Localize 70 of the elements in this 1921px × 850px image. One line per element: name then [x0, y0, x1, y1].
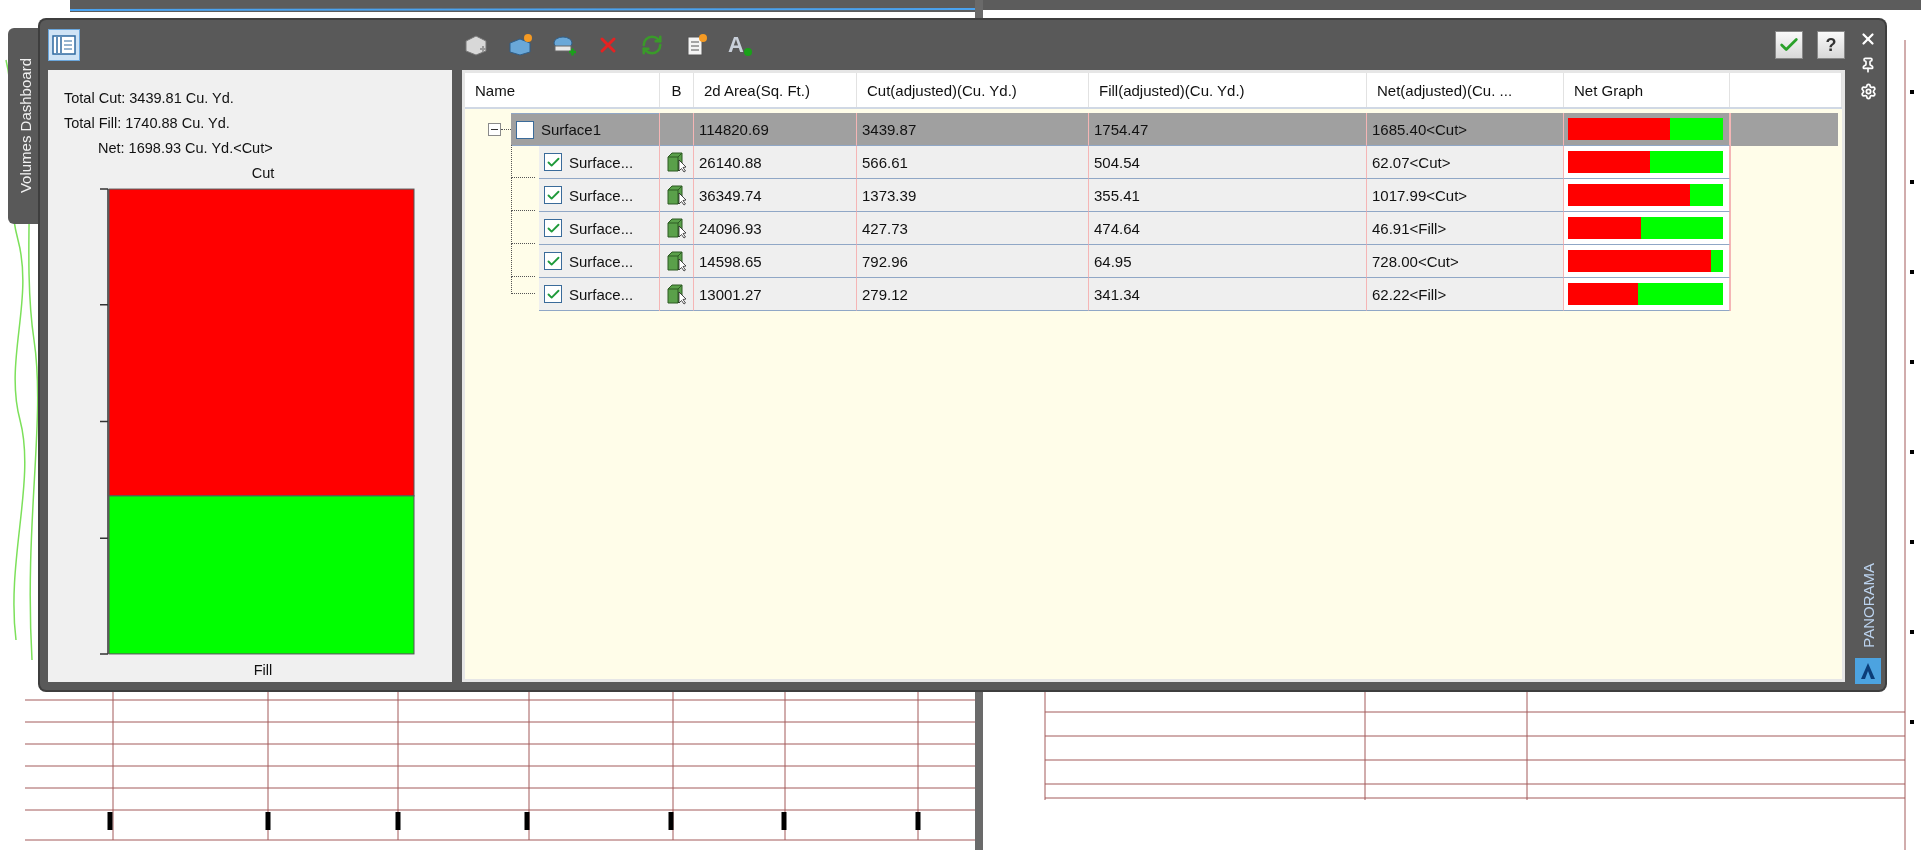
checkbox[interactable] [544, 285, 562, 303]
checkbox[interactable] [544, 186, 562, 204]
name-cell[interactable]: Surface... [539, 146, 659, 179]
app-logo-icon[interactable] [1855, 658, 1881, 684]
table-cell: 24096.93 [694, 212, 857, 245]
column-header[interactable]: Name [465, 73, 660, 107]
summary-text: Total Fill: 1740.88 Cu. Yd. [64, 115, 231, 131]
table-cell: 427.73 [857, 212, 1089, 245]
cube-cursor-icon[interactable] [665, 217, 688, 239]
name-cell[interactable]: Surface1 [511, 113, 659, 146]
table-cell: 64.95 [1089, 245, 1367, 278]
name-cell[interactable]: Surface... [539, 278, 659, 311]
collapse-toggle[interactable] [488, 123, 501, 136]
tree-line [511, 211, 535, 244]
table-cell: 474.64 [1089, 212, 1367, 245]
table-cell: 355.41 [1089, 179, 1367, 212]
cube-cursor-icon[interactable] [665, 283, 688, 305]
tree-line [511, 145, 535, 178]
table-cell: 1754.47 [1089, 113, 1367, 146]
table-cell: 1017.99<Cut> [1367, 179, 1564, 212]
table-cell: 14598.65 [694, 245, 857, 278]
table-cell: 1373.39 [857, 179, 1089, 212]
column-header[interactable]: Net Graph [1564, 73, 1730, 107]
column-header[interactable]: Net(adjusted)(Cu. ... [1367, 73, 1564, 107]
apply-button[interactable] [1775, 31, 1803, 59]
checkbox[interactable] [516, 120, 534, 139]
surface-name: Surface... [569, 153, 634, 171]
table-cell: 341.34 [1089, 278, 1367, 311]
column-header[interactable]: B [660, 73, 694, 107]
table-cell: 62.07<Cut> [1367, 146, 1564, 179]
table-cell: 728.00<Cut> [1367, 245, 1564, 278]
surface-name: Surface... [569, 186, 634, 204]
table-cell: 62.22<Fill> [1367, 278, 1564, 311]
column-header[interactable]: 2d Area(Sq. Ft.) [694, 73, 857, 107]
table-cell: 566.61 [857, 146, 1089, 179]
panel-toggle-button[interactable] [48, 29, 80, 61]
cube-cursor-icon[interactable] [665, 250, 688, 272]
table-cell: 114820.69 [694, 113, 857, 146]
surface-name: Surface... [569, 252, 634, 270]
label-tool[interactable]: A [724, 30, 756, 60]
table-cell: 1685.40<Cut> [1367, 113, 1564, 146]
tree-line [511, 178, 535, 211]
table-cell: 792.96 [857, 245, 1089, 278]
table-cell: 279.12 [857, 278, 1089, 311]
column-header[interactable]: Cut(adjusted)(Cu. Yd.) [857, 73, 1089, 107]
table-cell: 36349.74 [694, 179, 857, 212]
name-cell[interactable]: Surface... [539, 245, 659, 278]
summary-text: Total Cut: 3439.81 Cu. Yd. [64, 90, 235, 106]
surface-name: Surface... [569, 219, 634, 237]
table-cell: 3439.87 [857, 113, 1089, 146]
column-header[interactable]: Fill(adjusted)(Cu. Yd.) [1089, 73, 1367, 107]
cube-cursor-icon[interactable] [665, 184, 688, 206]
cube-cursor-icon[interactable] [665, 151, 688, 173]
palette-title: PANORAMA [1859, 563, 1877, 648]
table-cell: 26140.88 [694, 146, 857, 179]
side-tab-label: Volumes Dashboard [16, 58, 34, 194]
checkbox[interactable] [544, 219, 562, 237]
table-cell: 46.91<Fill> [1367, 212, 1564, 245]
name-cell[interactable]: Surface... [539, 212, 659, 245]
graph-top-label: Cut [250, 165, 276, 181]
surface-name: Surface1 [541, 121, 602, 138]
name-cell[interactable]: Surface... [539, 179, 659, 212]
help-button[interactable]: ? [1817, 31, 1845, 59]
table-cell: 504.54 [1089, 146, 1367, 179]
surface-name: Surface... [569, 285, 634, 303]
checkbox[interactable] [544, 153, 562, 171]
graph-bottom-label: Fill [252, 662, 274, 678]
summary-text: Net: 1698.93 Cu. Yd.<Cut> [98, 140, 274, 156]
table-cell: 13001.27 [694, 278, 857, 311]
checkbox[interactable] [544, 252, 562, 270]
